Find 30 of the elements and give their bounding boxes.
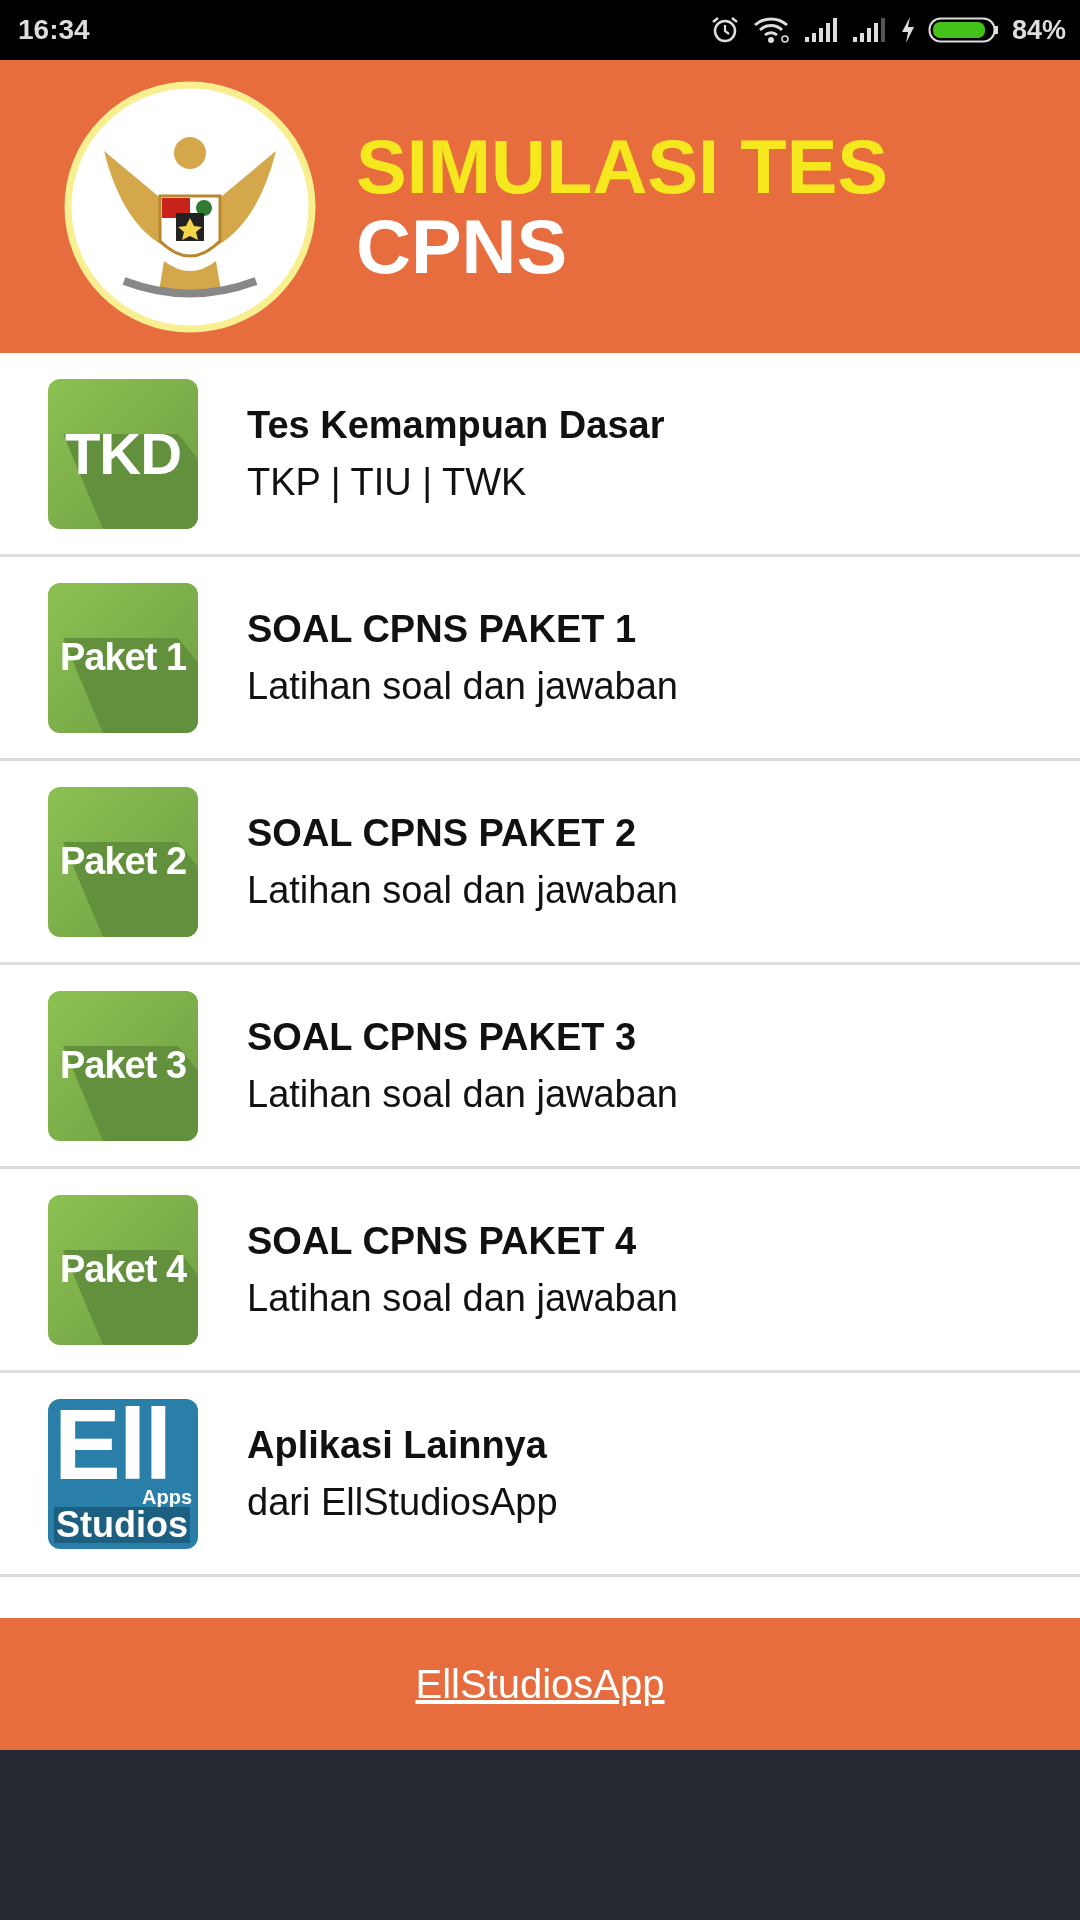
clock-time: 16:34 xyxy=(18,14,90,46)
battery-percent: 84% xyxy=(1011,14,1066,46)
item-title: SOAL CPNS PAKET 3 xyxy=(247,1015,638,1059)
menu-item[interactable]: Paket 1 SOAL CPNS PAKET 1 Latihan soal dan jawaban xyxy=(0,557,1080,761)
item-subtitle: Latihan soal dan jawaban xyxy=(247,1276,678,1320)
item-title: SOAL CPNS PAKET 2 xyxy=(247,811,638,855)
tile-icon: Paket 2 xyxy=(48,786,198,937)
menu-item[interactable]: TKD Tes Kemampuan Dasar TKP | TIU | TWK xyxy=(0,353,1080,557)
charging-icon xyxy=(899,16,916,44)
item-subtitle: TKP | TIU | TWK xyxy=(247,460,528,504)
item-subtitle: Latihan soal dan jawaban xyxy=(247,1072,678,1116)
menu-item[interactable]: Paket 3 SOAL CPNS PAKET 3 Latihan soal dan jawaban xyxy=(0,965,1080,1169)
signal-icon xyxy=(851,17,888,43)
tile-icon: Paket 3 xyxy=(48,990,198,1141)
battery-icon xyxy=(927,16,1000,44)
item-title: Aplikasi Lainnya xyxy=(247,1423,548,1467)
item-title: SOAL CPNS PAKET 4 xyxy=(247,1219,638,1263)
item-title: Tes Kemampuan Dasar xyxy=(247,403,665,447)
tile-icon: TKD xyxy=(48,378,198,529)
signal-icon xyxy=(803,17,840,43)
tile-icon: Paket 4 xyxy=(48,1194,198,1345)
app-title: SIMULASI TES xyxy=(356,126,889,207)
item-subtitle: dari EllStudiosApp xyxy=(247,1480,558,1524)
menu-item[interactable]: Paket 4 SOAL CPNS PAKET 4 Latihan soal dan jawaban xyxy=(0,1169,1080,1373)
item-subtitle: Latihan soal dan jawaban xyxy=(247,868,678,912)
menu-item[interactable]: Paket 2 SOAL CPNS PAKET 2 Latihan soal dan jawaban xyxy=(0,761,1080,965)
item-title: SOAL CPNS PAKET 1 xyxy=(247,607,638,651)
item-subtitle: Latihan soal dan jawaban xyxy=(247,664,678,708)
tile-icon: Paket 1 xyxy=(48,582,198,733)
app-subtitle: CPNS xyxy=(356,206,569,287)
